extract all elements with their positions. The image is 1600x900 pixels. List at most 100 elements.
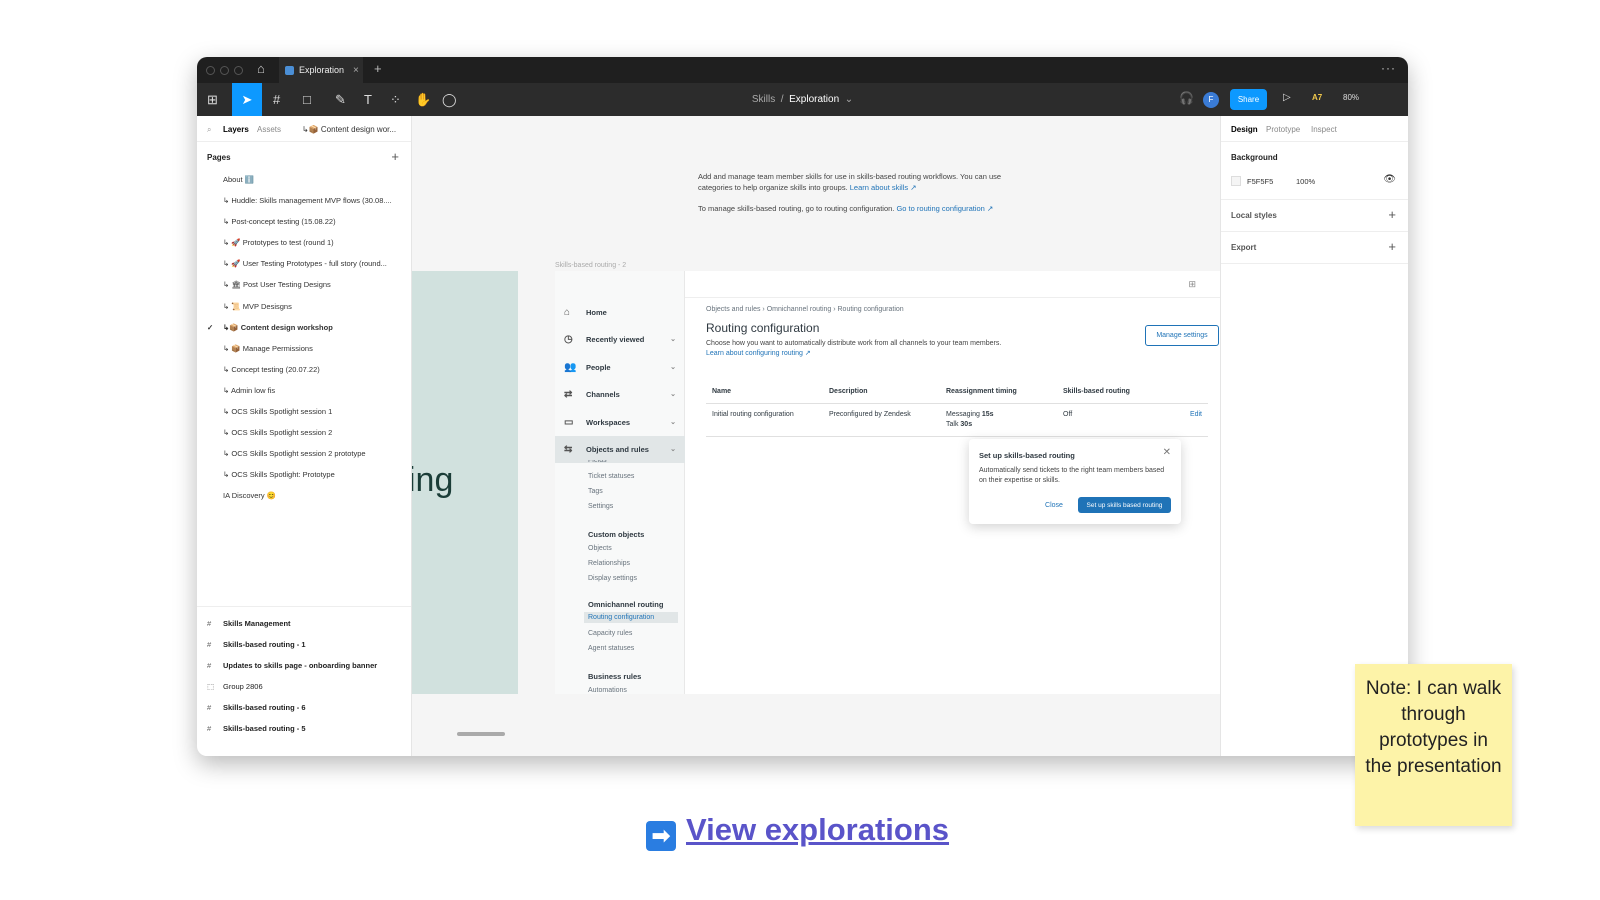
page-item-label: ↳ Huddle: Skills management MVP flows (3… — [223, 196, 392, 206]
tab-layers[interactable]: Layers — [223, 125, 249, 134]
page-item[interactable]: ↳ 📜 MVP Desisgns — [197, 296, 411, 317]
frame-item[interactable]: # Updates to skills page - onboarding ban… — [197, 655, 411, 676]
breadcrumb[interactable]: Objects and rules › Omnichannel routing … — [706, 306, 904, 313]
routing-desc-text: To manage skills-based routing, go to ro… — [698, 204, 895, 213]
popup-close-button[interactable]: Close — [1041, 497, 1067, 513]
file-tab-exploration[interactable]: Exploration × — [279, 57, 363, 83]
product-grid-icon[interactable]: ⊞ — [1188, 279, 1196, 290]
page-item[interactable]: ↳ 📦 Manage Permissions — [197, 338, 411, 359]
new-tab-plus-icon[interactable]: + — [374, 61, 382, 76]
window-close-dot[interactable] — [206, 66, 215, 75]
nav-sub-capacity-rules[interactable]: Capacity rules — [588, 630, 632, 637]
routing-prototype-frame[interactable]: ⌂ Home ◷ Recently viewed ⌄ 👥 People ⌄ ⇄ Channels ⌄… — [555, 271, 1220, 694]
home-icon[interactable]: ⌂ — [257, 61, 265, 76]
page-item[interactable]: ✓ ↳📦 Content design workshop — [197, 317, 411, 338]
tab-prototype[interactable]: Prototype — [1266, 125, 1300, 134]
nav-item-people[interactable]: 👥 People ⌄ — [555, 354, 685, 381]
nav-item-home[interactable]: ⌂ Home — [555, 299, 685, 326]
canvas[interactable]: Add and manage team member skills for us… — [412, 116, 1220, 756]
page-item[interactable]: ↳ OCS Skills Spotlight: Prototype — [197, 464, 411, 485]
add-style-plus-icon[interactable]: + — [1388, 207, 1396, 222]
search-icon[interactable]: ⌕ — [207, 125, 211, 135]
manage-settings-button[interactable]: Manage settings — [1145, 325, 1219, 346]
page-item[interactable]: ↳ OCS Skills Spotlight session 2 — [197, 422, 411, 443]
accessibility-badge[interactable]: A7 — [1312, 93, 1322, 102]
current-page-selector[interactable]: ↳📦 Content design wor... — [302, 125, 407, 134]
frame-icon: # — [207, 619, 212, 628]
nav-item-label: Objects and rules — [586, 445, 649, 454]
avatar[interactable]: F — [1203, 92, 1219, 108]
close-icon[interactable]: ✕ — [1163, 447, 1171, 458]
tab-assets[interactable]: Assets — [257, 125, 281, 134]
hand-tool-icon[interactable]: ✋ — [415, 90, 431, 110]
nav-item-recently-viewed[interactable]: ◷ Recently viewed ⌄ — [555, 326, 685, 353]
go-to-routing-link[interactable]: Go to routing configuration ↗ — [896, 204, 993, 213]
page-item[interactable]: ↳ Concept testing (20.07.22) — [197, 359, 411, 380]
background-swatch[interactable] — [1231, 176, 1241, 186]
nav-sub-tags[interactable]: Tags — [588, 488, 603, 495]
frame-item[interactable]: # Skills-based routing - 6 — [197, 697, 411, 718]
nav-sub-automations[interactable]: Automations — [588, 687, 627, 694]
move-tool-icon[interactable]: ➤ — [232, 83, 262, 116]
horizontal-scrollbar[interactable] — [457, 732, 505, 736]
components-icon[interactable]: ⁘ — [390, 90, 401, 110]
frame-item[interactable]: # Skills-based routing - 1 — [197, 634, 411, 655]
nav-item-workspaces[interactable]: ▭ Workspaces ⌄ — [555, 409, 685, 436]
text-tool-icon[interactable]: T — [364, 90, 372, 110]
window-maximize-dot[interactable] — [234, 66, 243, 75]
chevron-down-icon[interactable]: ⌄ — [845, 94, 853, 105]
frame-item[interactable]: # Skills-based routing - 5 — [197, 718, 411, 739]
frame-label[interactable]: Skills-based routing - 2 — [555, 262, 626, 269]
page-item[interactable]: ↳ OCS Skills Spotlight session 1 — [197, 401, 411, 422]
window-minimize-dot[interactable] — [220, 66, 229, 75]
share-button[interactable]: Share — [1230, 89, 1267, 110]
nav-sub-relationships[interactable]: Relationships — [588, 560, 630, 567]
nav-sub-settings[interactable]: Settings — [588, 503, 613, 510]
nav-sub-objects[interactable]: Objects — [588, 545, 612, 552]
shape-tool-icon[interactable]: □ — [303, 90, 311, 110]
present-play-icon[interactable]: ▷ — [1283, 92, 1291, 103]
page-item[interactable]: ↳ 🚀 Prototypes to test (round 1) — [197, 232, 411, 253]
pen-tool-icon[interactable]: ✎ — [335, 90, 346, 110]
teal-frame[interactable]: ing — [412, 271, 518, 694]
edit-link[interactable]: Edit — [1167, 403, 1208, 437]
page-item[interactable]: ↳ 🏛 Post User Testing Designs — [197, 274, 411, 295]
view-explorations-link[interactable]: ➡ View explorations — [646, 812, 949, 851]
headphone-icon[interactable]: 🎧 — [1179, 91, 1194, 105]
learn-about-routing-link[interactable]: Learn about configuring routing ↗ — [706, 350, 811, 357]
page-title: Routing configuration — [706, 321, 820, 335]
frame-tool-icon[interactable]: # — [273, 90, 280, 110]
tab-inspect[interactable]: Inspect — [1311, 125, 1337, 134]
page-item[interactable]: ↳ Admin low fis — [197, 380, 411, 401]
page-item[interactable]: ↳ OCS Skills Spotlight session 2 prototy… — [197, 443, 411, 464]
nav-sub-ticket-statuses[interactable]: Ticket statuses — [588, 473, 634, 480]
comment-tool-icon[interactable]: ◯ — [442, 90, 457, 110]
nav-sub-routing-configuration[interactable]: Routing configuration — [584, 612, 678, 623]
learn-about-skills-link[interactable]: Learn about skills ↗ — [850, 183, 917, 192]
nav-item-channels[interactable]: ⇄ Channels ⌄ — [555, 381, 685, 408]
page-item[interactable]: ↳ 🚀 User Testing Prototypes - full story… — [197, 253, 411, 274]
page-item[interactable]: ↳ Post-concept testing (15.08.22) — [197, 211, 411, 232]
background-opacity[interactable]: 100% — [1296, 177, 1315, 186]
frame-item[interactable]: ⬚ Group 2806 — [197, 676, 411, 697]
nav-item-objects-and-rules[interactable]: ⇆ Objects and rules ⌄ — [555, 436, 685, 463]
background-hex[interactable]: F5F5F5 — [1247, 177, 1273, 186]
nav-sub-agent-statuses[interactable]: Agent statuses — [588, 645, 634, 652]
breadcrumb-file[interactable]: Exploration — [789, 94, 839, 105]
page-item[interactable]: About ℹ️ — [197, 169, 411, 190]
page-item[interactable]: ↳ Huddle: Skills management MVP flows (3… — [197, 190, 411, 211]
more-icon[interactable]: ··· — [1381, 61, 1396, 75]
breadcrumb-project[interactable]: Skills — [752, 94, 775, 105]
setup-skills-routing-button[interactable]: Set up skills based routing — [1078, 497, 1171, 513]
tab-design[interactable]: Design — [1231, 125, 1258, 134]
zoom-level[interactable]: 80% — [1343, 93, 1359, 102]
page-item[interactable]: IA Discovery 😊 — [197, 485, 411, 506]
nav-sub-fields[interactable]: Fields — [588, 460, 607, 466]
nav-sub-display-settings[interactable]: Display settings — [588, 575, 637, 582]
frame-item[interactable]: # Skills Management — [197, 613, 411, 634]
add-page-plus-icon[interactable]: + — [391, 149, 399, 164]
close-icon[interactable]: × — [353, 65, 359, 76]
eye-icon[interactable]: 👁 — [1383, 174, 1396, 185]
add-export-plus-icon[interactable]: + — [1388, 239, 1396, 254]
main-menu-icon[interactable]: ⊞ — [207, 90, 218, 110]
